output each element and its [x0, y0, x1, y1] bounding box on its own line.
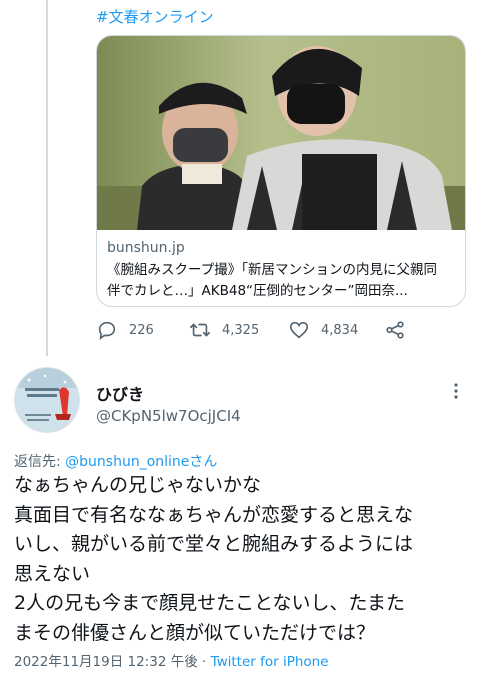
tweet-text: なぁちゃんの兄じゃないかな 真面目で有名ななぁちゃんが恋愛すると思えな いし、親… [14, 471, 470, 648]
tweet-meta: 2022年11月19日 12:32 午後 · Twitter for iPhon… [14, 650, 329, 670]
replying-to: 返信先: @bunshun_onlineさん [14, 451, 217, 471]
reply-button[interactable]: 226 [96, 318, 154, 342]
more-options-icon[interactable] [450, 382, 462, 400]
replying-to-handle-link[interactable]: @bunshun_onlineさん [65, 454, 217, 470]
replying-to-label: 返信先: [14, 454, 66, 470]
share-icon [386, 321, 404, 339]
like-icon [289, 321, 309, 339]
tweet-text-line: 2人の兄も今まで顔見せたことないし、たまた [14, 592, 405, 614]
like-button[interactable]: 4,834 [288, 318, 358, 342]
card-title-line: 伴でカレと…」AKB48“圧倒的センター”岡田奈... [107, 283, 408, 299]
reply-count: 226 [129, 322, 154, 338]
avatar-image [15, 368, 79, 432]
like-count: 4,834 [321, 322, 359, 338]
source-link[interactable]: Twitter for iPhone [211, 654, 329, 670]
user-display-name[interactable]: ひびき [96, 381, 144, 405]
card-image [97, 36, 465, 230]
reply-icon [98, 321, 116, 341]
retweet-count: 4,325 [222, 322, 260, 338]
retweet-icon [190, 323, 210, 337]
tweet-text-line: 思えない [14, 562, 91, 585]
tweet-text-line: なぁちゃんの兄じゃないかな [14, 474, 262, 496]
tweet-text-line: まその俳優さんと顔が似ていただけでは？ [14, 621, 376, 644]
tweet-actions: 226 4,325 4,834 [96, 318, 416, 342]
card-domain: bunshun.jp [107, 240, 185, 256]
tweet-text-line: いし、親がいる前で堂々と腕組みするようには [14, 533, 414, 555]
timestamp[interactable]: 2022年11月19日 12:32 午後 [14, 654, 198, 670]
link-preview-card[interactable]: bunshun.jp 《腕組みスクープ撮》「新居マンションの内見に父親同 伴でカ… [96, 35, 466, 307]
hashtag-link[interactable]: #文春オンライン [96, 6, 214, 27]
retweet-button[interactable]: 4,325 [189, 318, 259, 342]
card-title: 《腕組みスクープ撮》「新居マンションの内見に父親同 伴でカレと…」AKB48“圧… [107, 260, 455, 302]
card-title-line: 《腕組みスクープ撮》「新居マンションの内見に父親同 [107, 262, 437, 278]
meta-separator: · [197, 654, 211, 670]
share-button[interactable] [384, 318, 417, 342]
thread-connector-line [46, 0, 48, 356]
tweet-text-line: 真面目で有名ななぁちゃんが恋愛すると思えな [14, 503, 414, 526]
user-handle[interactable]: @CKpN5lw7OcjJCI4 [96, 407, 241, 425]
avatar[interactable] [14, 367, 80, 433]
